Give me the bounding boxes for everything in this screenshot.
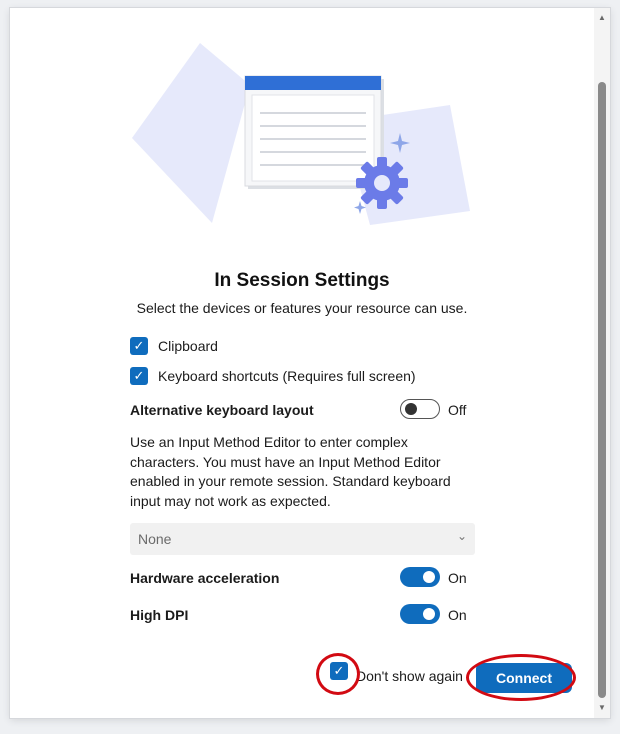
dont-show-again-label: Don't show again — [356, 668, 463, 684]
high-dpi-state: On — [448, 607, 467, 623]
check-icon: ✓ — [333, 663, 345, 678]
alt-keyboard-layout-toggle[interactable] — [400, 399, 440, 419]
toggle-knob — [423, 608, 435, 620]
hardware-acceleration-toggle[interactable] — [400, 567, 440, 587]
dont-show-again-checkbox[interactable]: ✓ — [330, 662, 348, 680]
keyboard-shortcuts-label: Keyboard shortcuts (Requires full screen… — [158, 368, 416, 384]
keyboard-layout-select-value: None — [138, 531, 172, 547]
scrollbar-thumb[interactable] — [598, 82, 606, 698]
ime-description: Use an Input Method Editor to enter comp… — [130, 434, 451, 509]
keyboard-layout-select[interactable]: None ⌄ — [130, 523, 475, 555]
in-session-settings-dialog: In Session Settings Select the devices o… — [10, 8, 610, 718]
illustration-backdrop-left — [132, 43, 250, 223]
toggle-knob — [423, 571, 435, 583]
alt-keyboard-layout-label: Alternative keyboard layout — [130, 402, 314, 418]
clipboard-checkbox[interactable]: ✓ — [130, 337, 148, 355]
alt-keyboard-layout-state: Off — [448, 402, 467, 418]
hardware-acceleration-label: Hardware acceleration — [130, 570, 280, 586]
clipboard-option[interactable]: ✓ Clipboard — [130, 336, 218, 356]
hardware-acceleration-row: Hardware acceleration On — [130, 567, 470, 589]
vertical-scrollbar[interactable]: ▲ ▼ — [594, 8, 610, 718]
dialog-subtitle: Select the devices or features your reso… — [136, 300, 468, 316]
hardware-acceleration-state: On — [448, 570, 467, 586]
dialog-title: In Session Settings — [214, 270, 390, 291]
gear-icon — [356, 157, 408, 209]
chevron-down-icon: ⌄ — [456, 529, 467, 543]
dont-show-again-option[interactable]: ✓ — [323, 655, 355, 687]
alt-keyboard-layout-row: Alternative keyboard layout Off — [130, 399, 470, 421]
check-icon: ✓ — [133, 368, 145, 383]
toggle-knob — [405, 403, 417, 415]
high-dpi-row: High DPI On — [130, 604, 470, 626]
illustration-window-titlebar — [245, 76, 381, 90]
high-dpi-toggle[interactable] — [400, 604, 440, 624]
keyboard-shortcuts-checkbox[interactable]: ✓ — [130, 367, 148, 385]
check-icon: ✓ — [133, 338, 145, 353]
settings-illustration — [132, 43, 470, 225]
scroll-up-arrow-icon[interactable]: ▲ — [594, 10, 610, 26]
keyboard-shortcuts-option[interactable]: ✓ Keyboard shortcuts (Requires full scre… — [130, 366, 416, 386]
high-dpi-label: High DPI — [130, 607, 189, 623]
connect-button[interactable]: Connect — [476, 663, 572, 693]
scroll-down-arrow-icon[interactable]: ▼ — [594, 700, 610, 716]
clipboard-label: Clipboard — [158, 338, 218, 354]
